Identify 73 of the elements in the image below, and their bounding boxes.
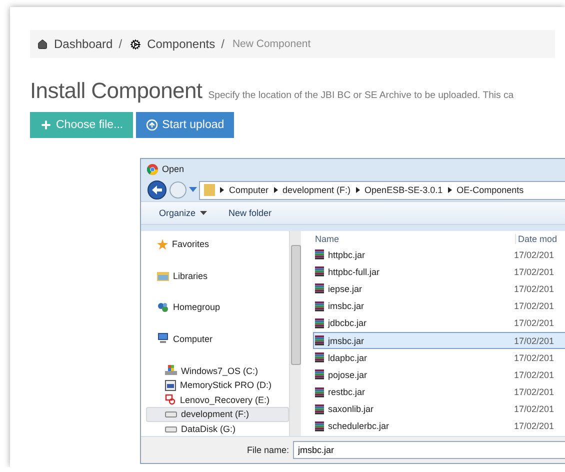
card-reader-icon	[165, 380, 176, 391]
nav-item[interactable]: Computer	[146, 332, 289, 346]
plus-icon	[40, 119, 52, 131]
file-row[interactable]: saxonlib.jar 17/02/201	[313, 400, 565, 418]
path-segment[interactable]: OE-Components	[456, 185, 524, 195]
nav-item[interactable]: Homegroup	[146, 300, 289, 315]
drive-icon	[165, 424, 177, 433]
archive-icon	[314, 266, 325, 278]
computer-icon	[157, 333, 169, 344]
file-row[interactable]: restbc.jar 17/02/201	[313, 384, 565, 401]
column-header[interactable]: Name	[313, 234, 516, 244]
nav-item[interactable]: Libraries	[146, 268, 289, 284]
file-row[interactable]: jdbcbc.jar 17/02/201	[313, 314, 565, 332]
path-arrow-icon	[356, 187, 360, 193]
nav-item[interactable]: Favorites	[146, 237, 289, 252]
dialog-title: Open	[162, 164, 184, 174]
breadcrumb-separator: /	[221, 37, 224, 51]
path-arrow-icon	[448, 187, 452, 193]
nav-item[interactable]: DataDisk (G:)	[146, 422, 289, 436]
breadcrumb-separator: /	[118, 37, 122, 51]
drive-icon	[165, 365, 177, 376]
file-row[interactable]: jmsbc.jar 17/02/201	[313, 332, 565, 350]
home-icon	[37, 38, 48, 50]
folder-icon	[157, 270, 169, 281]
file-row[interactable]: httpbc.jar 17/02/201	[313, 246, 565, 264]
folder-icon	[204, 184, 215, 196]
path-segment[interactable]: OpenESB-SE-3.0.1	[364, 185, 443, 195]
archive-icon	[314, 386, 325, 398]
path-arrow-icon	[274, 187, 278, 193]
recovery-icon	[165, 394, 176, 406]
upload-button[interactable]: Start upload	[136, 112, 234, 138]
file-row[interactable]: httpbc-full.jar 17/02/201	[313, 263, 565, 280]
file-name-field[interactable]: jmsbc.jar	[293, 441, 565, 459]
file-name-label: File name:	[246, 445, 290, 455]
archive-icon	[314, 420, 325, 432]
breadcrumb-link[interactable]: Components	[147, 37, 216, 51]
archive-icon	[314, 335, 325, 346]
gears-icon	[130, 38, 142, 50]
toolbar-button[interactable]: New folder	[228, 208, 272, 218]
toolbar-button[interactable]: Organize	[159, 208, 207, 218]
breadcrumb-link[interactable]: Dashboard	[54, 37, 113, 51]
file-row[interactable]: ldapbc.jar 17/02/201	[313, 349, 565, 366]
file-row[interactable]: imsbc.jar 17/02/201	[313, 298, 565, 315]
browser-logo-icon	[147, 164, 158, 174]
nav-item[interactable]: development (F:)	[146, 406, 289, 422]
star-icon	[157, 238, 168, 250]
archive-icon	[314, 249, 325, 260]
archive-icon	[314, 369, 325, 380]
network-icon	[157, 302, 169, 313]
archive-icon	[314, 318, 325, 329]
history-dropdown-icon[interactable]	[189, 187, 197, 193]
file-row[interactable]: pojose.jar 17/02/201	[313, 366, 565, 384]
breadcrumb-current: New Component	[232, 38, 311, 50]
nav-item[interactable]: Lenovo_Recovery (E:)	[146, 392, 289, 407]
column-header[interactable]: Date mod	[516, 234, 558, 244]
back-button[interactable]	[147, 180, 167, 200]
archive-icon	[314, 283, 325, 294]
path-segment[interactable]: development (F:)	[282, 185, 351, 195]
file-row[interactable]: iepse.jar 17/02/201	[313, 280, 565, 298]
drive-icon	[165, 410, 177, 418]
archive-icon	[314, 352, 325, 364]
address-bar[interactable]: Computer development (F:) OpenESB-SE-3.0.1 OE-Components	[199, 180, 565, 200]
page-title: Install Component	[30, 78, 202, 104]
scroll-bar[interactable]	[289, 231, 301, 436]
nav-item[interactable]: Windows7_OS (C:)	[146, 363, 289, 378]
archive-icon	[314, 300, 325, 312]
nav-item[interactable]: MemoryStick PRO (D:)	[146, 378, 289, 392]
upload-icon	[146, 119, 158, 131]
path-segment[interactable]: Computer	[229, 185, 269, 195]
path-arrow-icon	[220, 187, 224, 193]
page-subtitle: Specify the location of the JBI BC or SE Archive to be uploaded. This ca	[208, 90, 514, 101]
archive-icon	[314, 404, 325, 415]
file-row[interactable]: schedulerbc.jar 17/02/201	[313, 418, 565, 436]
